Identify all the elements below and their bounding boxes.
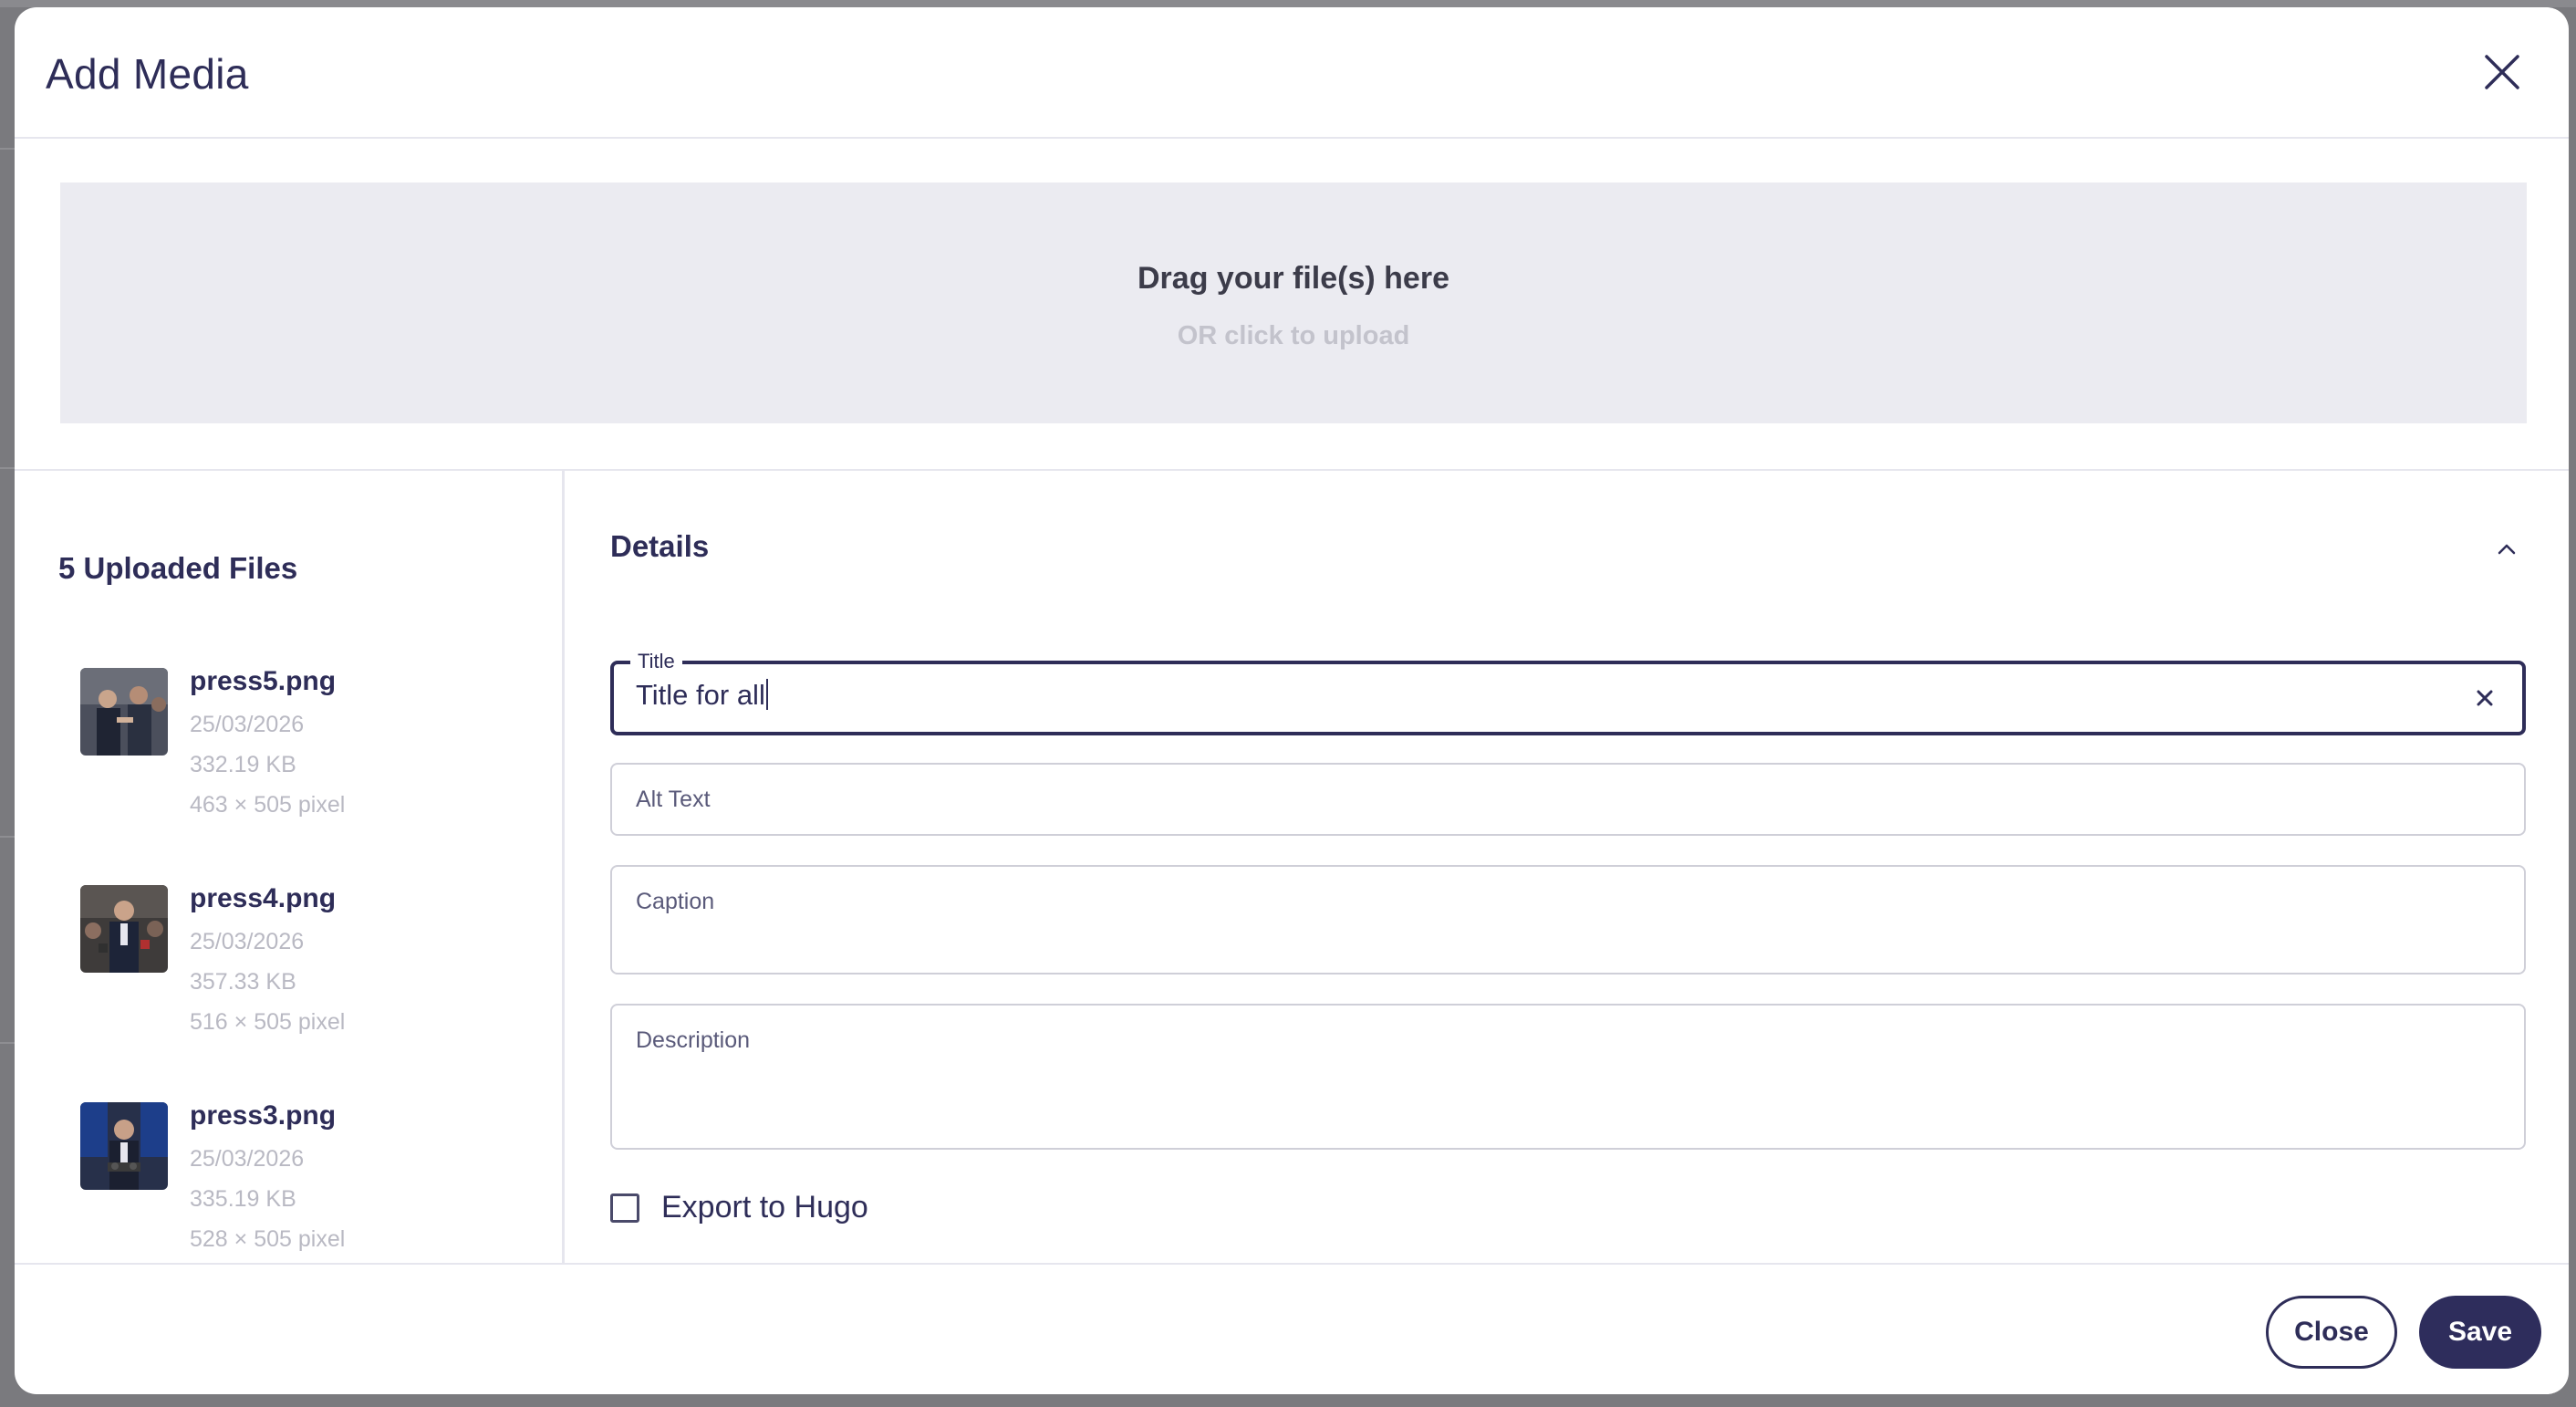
details-heading: Details <box>610 529 710 563</box>
file-name: press3.png <box>190 1100 337 1131</box>
file-thumbnail <box>80 668 168 756</box>
file-dimensions: 516 × 505 pixel <box>190 1009 346 1035</box>
background-divider <box>0 1042 15 1044</box>
file-thumbnail <box>80 1102 168 1190</box>
file-date: 25/03/2026 <box>190 712 305 737</box>
file-list-item[interactable]: press5.png 25/03/2026 332.19 KB 463 × 50… <box>80 666 536 850</box>
alt-text-field[interactable]: Alt Text <box>610 763 2526 836</box>
text-caret <box>765 679 768 710</box>
background-divider <box>0 148 15 150</box>
file-dimensions: 528 × 505 pixel <box>190 1226 346 1252</box>
file-date: 25/03/2026 <box>190 1146 305 1172</box>
file-name: press5.png <box>190 666 337 696</box>
file-dimensions: 463 × 505 pixel <box>190 792 346 818</box>
background-top-strip <box>0 0 2576 7</box>
details-panel: Details Title Title for all Alt Text Cap… <box>565 471 2569 1263</box>
title-input-value: Title for all <box>636 679 765 711</box>
export-to-hugo-checkbox[interactable] <box>610 1193 639 1223</box>
description-label: Description <box>636 1027 751 1053</box>
dropzone-subtitle: OR click to upload <box>1177 321 1410 350</box>
chevron-up-icon[interactable] <box>2490 533 2523 566</box>
uploaded-files-heading: 5 Uploaded Files <box>58 551 298 585</box>
file-list-item[interactable]: press3.png 25/03/2026 335.19 KB 528 × 50… <box>80 1100 536 1285</box>
save-button[interactable]: Save <box>2419 1296 2541 1369</box>
file-date: 25/03/2026 <box>190 929 305 954</box>
dropzone-title: Drag your file(s) here <box>1137 261 1449 296</box>
caption-field[interactable]: Caption <box>610 865 2526 974</box>
background-divider <box>0 467 15 469</box>
title-input[interactable]: Title for all <box>636 679 768 712</box>
add-media-modal: Add Media Drag your file(s) here OR clic… <box>15 7 2569 1394</box>
file-list-item[interactable]: press4.png 25/03/2026 357.33 KB 516 × 50… <box>80 883 536 1068</box>
title-field-label: Title <box>630 650 682 673</box>
close-button[interactable]: Close <box>2266 1296 2397 1369</box>
uploaded-files-panel: 5 Uploaded Files press5.png 25/03/2026 3… <box>15 471 562 1263</box>
file-thumbnail <box>80 885 168 973</box>
alt-text-label: Alt Text <box>636 787 711 812</box>
file-size: 332.19 KB <box>190 752 296 777</box>
modal-title: Add Media <box>46 50 249 98</box>
file-size: 357.33 KB <box>190 969 296 995</box>
clear-icon[interactable] <box>2469 683 2500 714</box>
export-to-hugo-label: Export to Hugo <box>661 1190 868 1225</box>
modal-footer: Close Save <box>15 1263 2569 1394</box>
description-field[interactable]: Description <box>610 1004 2526 1150</box>
title-field[interactable]: Title Title for all <box>610 650 2526 735</box>
close-icon[interactable] <box>2476 46 2529 99</box>
background-divider <box>0 836 15 838</box>
file-dropzone[interactable]: Drag your file(s) here OR click to uploa… <box>60 182 2527 423</box>
caption-label: Caption <box>636 889 715 914</box>
file-name: press4.png <box>190 883 337 913</box>
file-size: 335.19 KB <box>190 1186 296 1212</box>
modal-header: Add Media <box>15 7 2569 139</box>
